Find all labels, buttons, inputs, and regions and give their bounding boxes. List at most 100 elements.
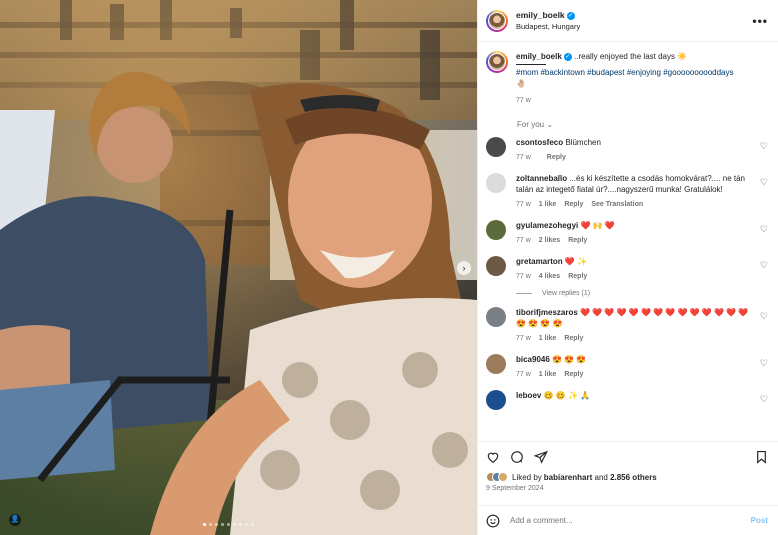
comment-username[interactable]: csontosfeco: [516, 138, 563, 147]
caption-text: ..really enjoyed the last days ☀️: [571, 52, 688, 61]
caption-time[interactable]: 77 w: [516, 95, 734, 106]
reply-button[interactable]: Reply: [564, 199, 583, 210]
reply-button[interactable]: Reply: [564, 369, 583, 380]
verified-icon: ✓: [563, 52, 572, 61]
comment-username[interactable]: zoltanneballo: [516, 174, 567, 183]
carousel-dot: [251, 523, 254, 526]
comments-list: csontosfeco Blümchen 77 w Reply ♡ zoltan…: [486, 137, 768, 410]
caption-avatar[interactable]: [486, 51, 508, 73]
post-comment-button[interactable]: Post: [751, 516, 768, 525]
carousel-dot: [227, 523, 230, 526]
comment-likes[interactable]: 1 like: [539, 199, 557, 210]
comment-row: bica9046 😍 😍 😍 77 w 1 like Reply ♡: [486, 354, 768, 380]
comment-time[interactable]: 77 w: [516, 152, 531, 163]
like-heart-icon[interactable]: [486, 450, 500, 464]
chevron-right-icon: ›: [462, 263, 466, 273]
comment-like-heart-icon[interactable]: ♡: [760, 311, 768, 322]
comment-like-heart-icon[interactable]: ♡: [760, 358, 768, 369]
comment-username[interactable]: tiborifjmeszaros: [516, 308, 578, 317]
comments-scroll[interactable]: emily_boelk ✓ ..really enjoyed the last d…: [478, 42, 778, 441]
commenter-avatar[interactable]: [486, 354, 506, 374]
likes-summary: Liked by babiarenhart and 2.856 others: [486, 472, 768, 482]
carousel-dot: [239, 523, 242, 526]
add-comment-bar: Post: [478, 505, 778, 535]
comment-text: ❤️ 🙌 ❤️: [580, 221, 615, 230]
comment-like-heart-icon[interactable]: ♡: [760, 394, 768, 405]
carousel-dot: [203, 523, 206, 526]
comment-icon[interactable]: [510, 450, 524, 464]
tagged-user-icon[interactable]: 👤: [9, 514, 21, 526]
comment-time[interactable]: 77 w: [516, 271, 531, 282]
carousel-dot: [221, 523, 224, 526]
commenter-avatar[interactable]: [486, 256, 506, 276]
author-username[interactable]: emily_boelk: [516, 10, 565, 20]
commenter-avatar[interactable]: [486, 390, 506, 410]
emoji-icon[interactable]: [486, 514, 500, 528]
liker-avatar[interactable]: [498, 472, 508, 482]
more-options-icon[interactable]: •••: [752, 14, 768, 28]
comment-row: leboev 🥴 🥴 ✨ 🙏 ♡: [486, 390, 768, 410]
comment-time[interactable]: 77 w: [516, 199, 531, 210]
comment-likes[interactable]: 4 likes: [539, 271, 560, 282]
caption-emoji: 🤚🏼: [516, 79, 526, 88]
comment-row: csontosfeco Blümchen 77 w Reply ♡: [486, 137, 768, 163]
comment-row: gyulamezohegyi ❤️ 🙌 ❤️ 77 w 2 likes Repl…: [486, 220, 768, 246]
post-caption: emily_boelk ✓ ..really enjoyed the last d…: [486, 42, 768, 106]
view-replies-button[interactable]: View replies (1): [516, 290, 768, 297]
liked-by-prefix: Liked by: [512, 472, 542, 482]
reply-button[interactable]: Reply: [568, 271, 587, 282]
comment-username[interactable]: leboev: [516, 391, 541, 400]
for-you-dropdown[interactable]: For you ⌄: [517, 120, 768, 129]
bookmark-icon[interactable]: [755, 450, 768, 464]
add-comment-input[interactable]: [510, 516, 751, 525]
comment-username[interactable]: bica9046: [516, 355, 550, 364]
author-block: emily_boelk ✓ Budapest, Hungary: [516, 10, 580, 31]
comment-text: 🥴 🥴 ✨ 🙏: [543, 391, 591, 400]
post-date[interactable]: 9 September 2024: [486, 485, 768, 492]
comment-text: 😍 😍 😍: [552, 355, 587, 364]
comment-username[interactable]: gretamarton: [516, 257, 563, 266]
commenter-avatar[interactable]: [486, 173, 506, 193]
commenter-avatar[interactable]: [486, 137, 506, 157]
replies-line: [516, 293, 532, 294]
next-photo-button[interactable]: ›: [457, 261, 471, 275]
caption-username[interactable]: emily_boelk: [516, 52, 562, 61]
share-icon[interactable]: [534, 450, 548, 464]
comment-likes[interactable]: 1 like: [539, 333, 557, 344]
commenter-avatar[interactable]: [486, 307, 506, 327]
caption-hashtags[interactable]: #mom #backintown #budapest #enjoying #go…: [516, 68, 734, 77]
comment-like-heart-icon[interactable]: ♡: [760, 260, 768, 271]
carousel-dot: [209, 523, 212, 526]
comment-time[interactable]: 77 w: [516, 369, 531, 380]
comment-time[interactable]: 77 w: [516, 235, 531, 246]
comment-like-heart-icon[interactable]: ♡: [760, 177, 768, 188]
verified-icon: ✓: [566, 11, 575, 20]
commenter-avatar[interactable]: [486, 220, 506, 240]
likes-count[interactable]: 2.856 others: [610, 473, 657, 482]
carousel-dot: [245, 523, 248, 526]
comment-like-heart-icon[interactable]: ♡: [760, 141, 768, 152]
view-replies-label: View replies (1): [542, 290, 591, 297]
comment-time[interactable]: 77 w: [516, 333, 531, 344]
post-header: emily_boelk ✓ Budapest, Hungary •••: [478, 0, 778, 42]
comment-row: tiborifjmeszaros ❤️ ❤️ ❤️ ❤️ ❤️ ❤️ ❤️ ❤️…: [486, 307, 768, 344]
photo-illustration: [0, 0, 477, 535]
post-viewer: › 👤 emily_boelk✓ Budapest, Hungary •••: [0, 0, 778, 535]
comment-likes[interactable]: 1 like: [539, 369, 557, 380]
carousel-dot: [233, 523, 236, 526]
comment-username[interactable]: gyulamezohegyi: [516, 221, 578, 230]
author-avatar[interactable]: [486, 9, 508, 32]
liked-by-user[interactable]: babiarenhart: [544, 473, 592, 482]
see-translation-button[interactable]: See Translation: [591, 199, 643, 210]
liked-by-and: and: [592, 472, 611, 482]
carousel-indicator: [203, 523, 254, 526]
reply-button[interactable]: Reply: [564, 333, 583, 344]
reply-button[interactable]: Reply: [568, 235, 587, 246]
comment-row: gretamarton ❤️ ✨ 77 w 4 likes Reply ♡: [486, 256, 768, 282]
comment-likes[interactable]: 2 likes: [539, 235, 560, 246]
reply-button[interactable]: Reply: [547, 152, 566, 163]
comment-like-heart-icon[interactable]: ♡: [760, 224, 768, 235]
post-location[interactable]: Budapest, Hungary: [516, 22, 580, 31]
carousel-dot: [215, 523, 218, 526]
post-photo[interactable]: › 👤: [0, 0, 477, 535]
